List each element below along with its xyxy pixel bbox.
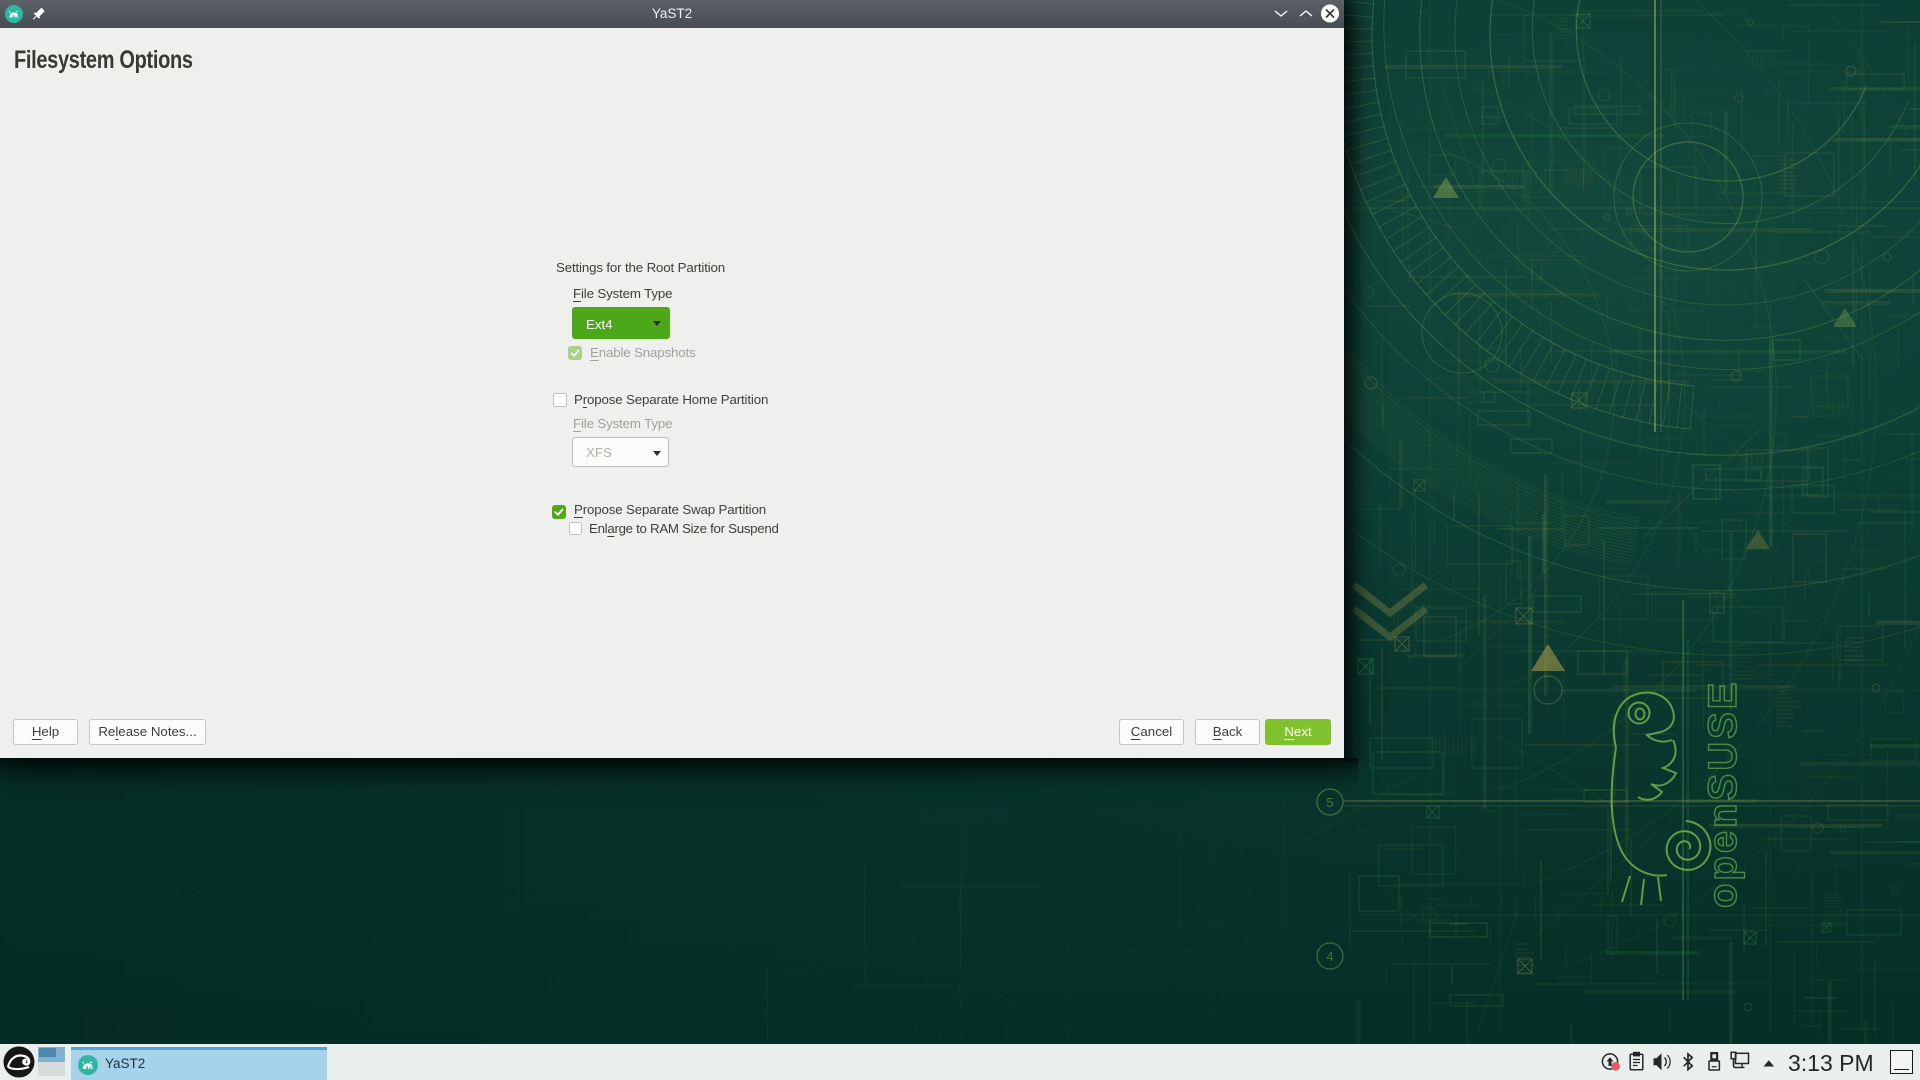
svg-text:openSUSE: openSUSE bbox=[1701, 680, 1745, 908]
svg-text:5: 5 bbox=[1326, 795, 1333, 810]
svg-text:4: 4 bbox=[1326, 949, 1333, 964]
